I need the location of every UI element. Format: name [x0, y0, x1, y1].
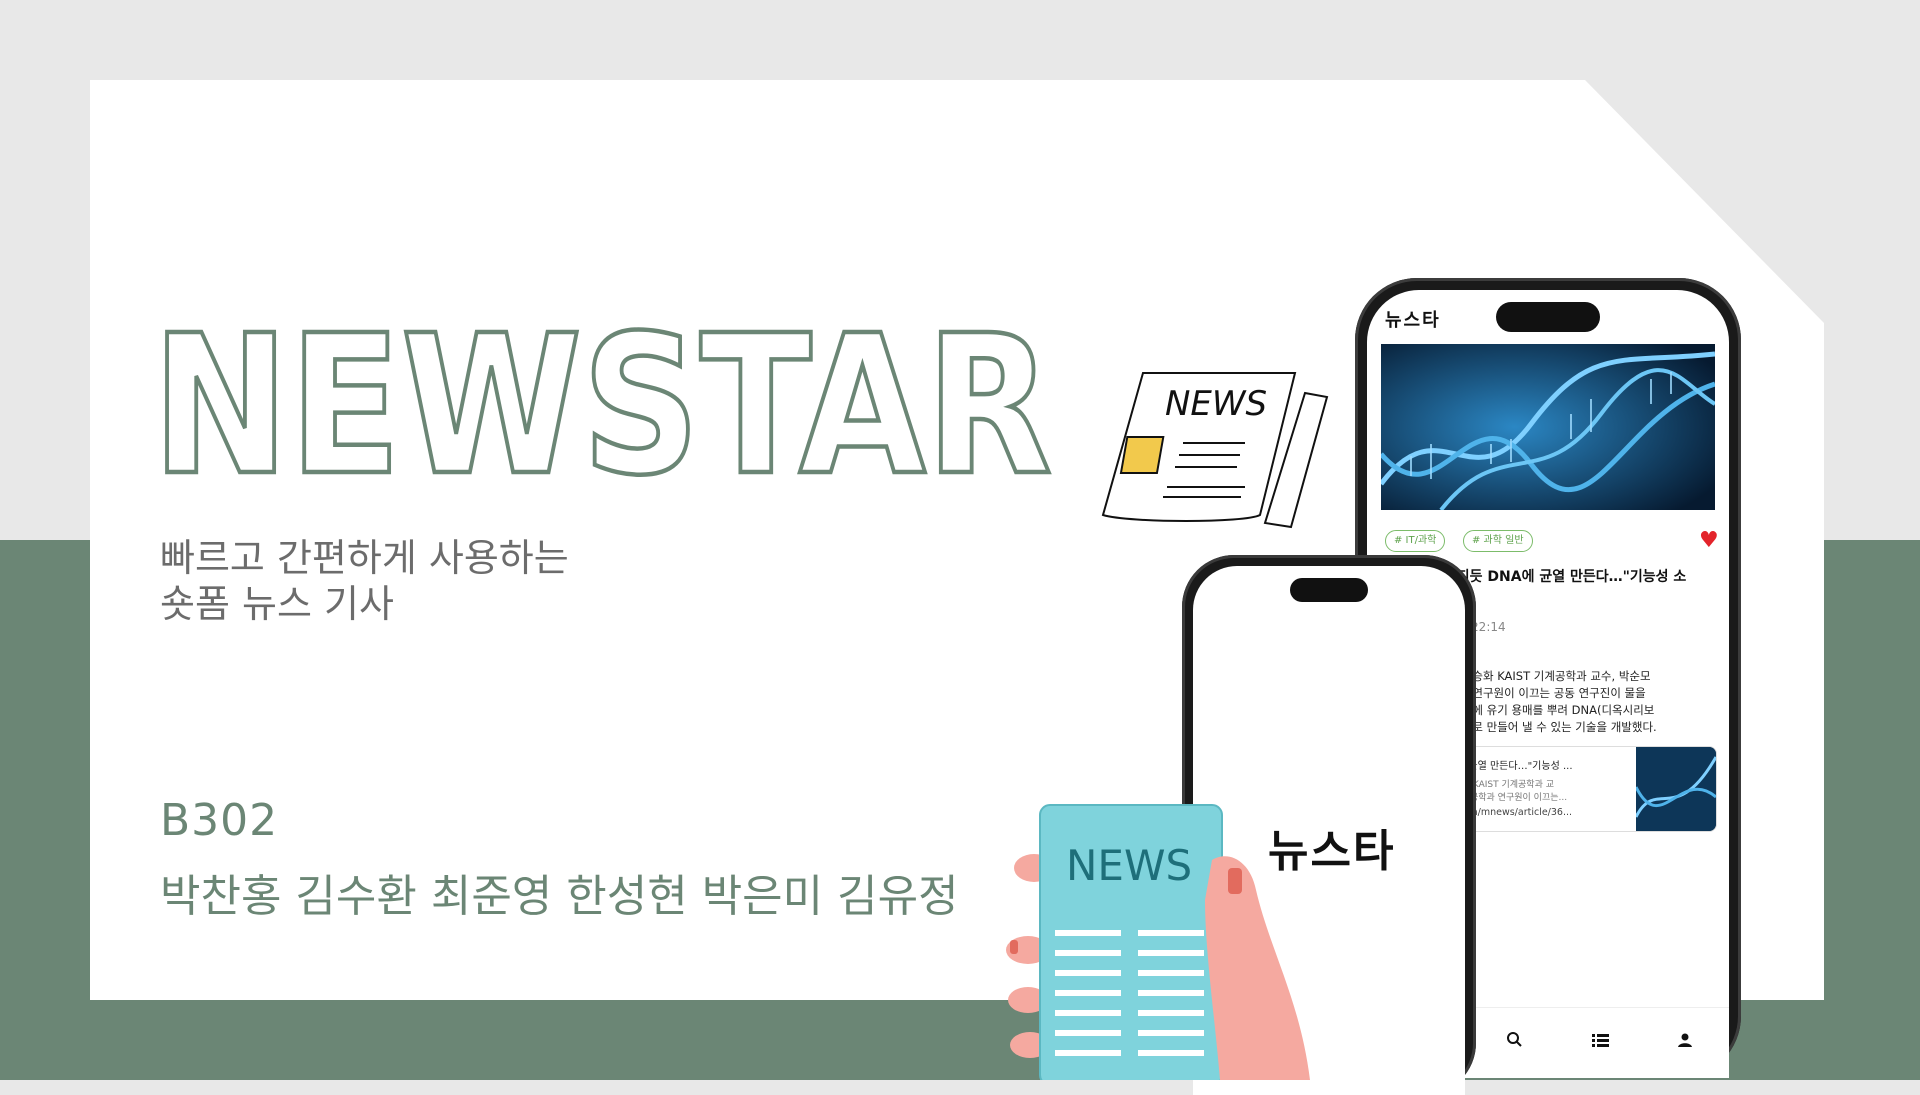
newspaper-illustration: NEWS: [1101, 372, 1329, 529]
article-body: 수와 유승화 KAIST 기계공학과 교수, 박순모 공학과 연구원이 이끄는 …: [1437, 668, 1727, 736]
article-body-line: 수와 유승화 KAIST 기계공학과 교수, 박순모: [1437, 669, 1651, 683]
article-body-line: 박막 위에 유기 용매를 뿌려 DNA(디옥시리보: [1437, 703, 1655, 717]
team-members: 박찬홍 김수환 최준영 한성현 박은미 김유정: [160, 871, 959, 922]
person-icon[interactable]: [1673, 1028, 1697, 1052]
list-icon[interactable]: [1589, 1028, 1613, 1052]
app-logo: 뉴스타: [1385, 310, 1441, 331]
subtitle-line-2: 숏폼 뉴스 기사: [160, 582, 394, 626]
tag-it-science[interactable]: # IT/과학: [1385, 530, 1446, 552]
link-thumbnail: [1636, 747, 1716, 831]
page-title: NEWSTAR: [150, 310, 1054, 490]
tag-science-general[interactable]: # 과학 일반: [1463, 530, 1533, 552]
title-text: NEWSTAR: [152, 310, 1052, 490]
article-image[interactable]: [1381, 344, 1715, 510]
dynamic-island: [1290, 578, 1368, 602]
article-title: 칼라지듯 DNA에 균열 만든다…"기능성 소: [1431, 569, 1687, 585]
subtitle-line-1: 빠르고 간편하게 사용하는: [160, 536, 569, 580]
heart-icon[interactable]: ♥: [1699, 530, 1719, 552]
article-body-line: 하는 대로 만들어 낼 수 있는 기술을 개발했다.: [1437, 720, 1657, 734]
svg-text:NEWS: NEWS: [1165, 384, 1267, 424]
hand-holding-news-illustration: NEWS: [1006, 804, 1310, 1080]
subtitle: 빠르고 간편하게 사용하는 숏폼 뉴스 기사: [160, 535, 569, 627]
team-code: B302: [160, 795, 279, 846]
search-icon[interactable]: [1503, 1028, 1527, 1052]
dynamic-island: [1496, 302, 1600, 332]
svg-text:NEWS: NEWS: [1066, 841, 1192, 890]
article-body-line: 공학과 연구원이 이끄는 공동 연구진이 물을: [1437, 686, 1646, 700]
